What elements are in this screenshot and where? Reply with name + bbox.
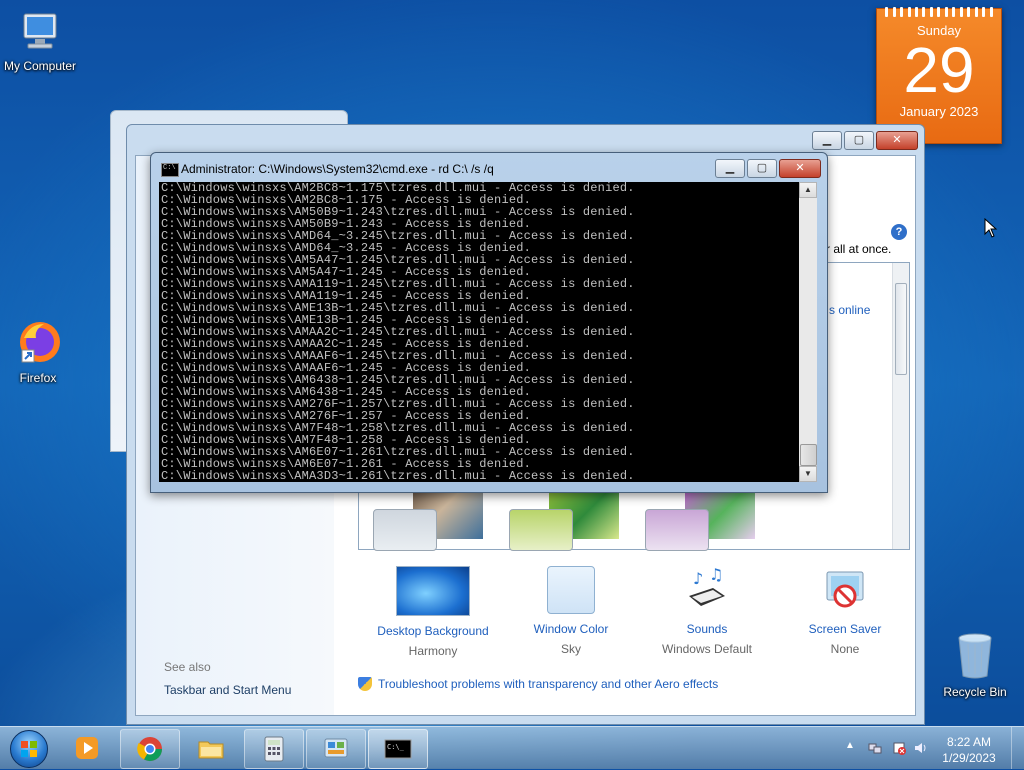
cmd-icon: C:\ (161, 163, 179, 177)
theme-thumbnail[interactable] (359, 491, 483, 551)
screen-saver-icon (821, 566, 869, 614)
minimize-button[interactable]: ▁ (812, 131, 842, 150)
console-scrollbar[interactable]: ▲ ▼ (799, 182, 817, 482)
firefox-icon (0, 318, 80, 369)
desktop-icon-firefox[interactable]: Firefox (0, 318, 80, 385)
taskbar-chrome[interactable] (120, 729, 180, 769)
window-color-icon (547, 566, 595, 614)
explorer-icon (197, 734, 225, 762)
desktop-icon-label: My Computer (3, 59, 77, 73)
scroll-up-icon[interactable]: ▲ (799, 182, 817, 198)
start-button[interactable] (4, 728, 52, 768)
cmd-icon: C:\_ (384, 735, 412, 763)
chrome-icon (136, 735, 164, 763)
show-desktop-button[interactable] (1011, 727, 1024, 769)
taskbar: C:\_ ▲ 8:22 AM 1/29/2023 (0, 726, 1024, 769)
taskbar-media-player[interactable] (58, 729, 116, 767)
svg-text:C:\_: C:\_ (387, 743, 405, 751)
theme-thumbnail[interactable] (495, 491, 619, 551)
clock-date[interactable]: 1/29/2023 (934, 751, 1004, 765)
desktop-background-value: Harmony (408, 644, 458, 658)
window-color-value: Sky (560, 642, 581, 656)
maximize-button[interactable]: ▢ (747, 159, 777, 178)
see-also-heading: See also (164, 660, 211, 674)
taskbar-explorer[interactable] (182, 729, 240, 767)
maximize-button[interactable]: ▢ (844, 131, 874, 150)
svg-text:♪: ♪ (693, 569, 703, 588)
calendar-month-year: January 2023 (899, 104, 979, 119)
scroll-down-icon[interactable]: ▼ (799, 466, 817, 482)
theme-image (645, 509, 709, 551)
windows-logo-icon (10, 730, 48, 768)
window-caption-buttons: ▁ ▢ ✕ (715, 159, 821, 178)
scrollbar-thumb[interactable] (895, 283, 907, 375)
window-color-label[interactable]: Window Color (506, 622, 636, 636)
screen-saver-value: None (830, 642, 860, 656)
console-line: C:\Windows\winsxs\AMA3D3~1.261\tzres.dll… (161, 469, 635, 482)
calculator-icon (260, 735, 288, 763)
console-lines: C:\Windows\winsxs\AM2BC8~1.175\tzres.dll… (161, 182, 797, 482)
action-center-icon[interactable] (892, 741, 906, 755)
troubleshoot-label[interactable]: Troubleshoot problems with transparency … (378, 677, 718, 691)
calendar-rings (877, 7, 1001, 17)
taskbar-calculator[interactable] (244, 729, 304, 769)
close-button[interactable]: ✕ (876, 131, 918, 150)
windows-media-player-icon (73, 734, 101, 762)
desktop-background-label[interactable]: Desktop Background (368, 624, 498, 638)
minimize-button[interactable]: ▁ (715, 159, 745, 178)
desktop-icon-recycle-bin[interactable]: Recycle Bin (933, 630, 1017, 699)
screen-saver-item[interactable]: Screen Saver None (780, 566, 910, 656)
troubleshoot-link[interactable]: Troubleshoot problems with transparency … (358, 677, 718, 691)
desktop-icon-my-computer[interactable]: My Computer (0, 10, 82, 73)
sounds-icon: ♪ ♫ (683, 565, 731, 614)
theme-image (373, 509, 437, 551)
control-panel-icon (322, 735, 350, 763)
volume-icon[interactable] (914, 741, 928, 755)
shield-icon (358, 677, 372, 691)
themes-scrollbar[interactable] (892, 263, 909, 549)
desktop-icon-label: Firefox (19, 371, 57, 385)
computer-icon (0, 10, 82, 57)
scrollbar-thumb[interactable] (800, 444, 817, 466)
theme-image (509, 509, 573, 551)
console-output[interactable]: C:\Windows\winsxs\AM2BC8~1.175\tzres.dll… (159, 182, 817, 482)
clock-time[interactable]: 8:22 AM (934, 735, 1004, 749)
network-icon[interactable] (868, 741, 882, 755)
help-icon[interactable]: ? (891, 224, 907, 240)
sounds-label[interactable]: Sounds (642, 622, 772, 636)
sounds-item[interactable]: ♪ ♫ Sounds Windows Default (642, 565, 772, 656)
desktop-background-icon (396, 566, 470, 616)
desktop-background-item[interactable]: Desktop Background Harmony (368, 566, 498, 658)
window-color-item[interactable]: Window Color Sky (506, 566, 636, 656)
calendar-day-number: 29 (903, 34, 975, 106)
taskbar-cmd[interactable]: C:\_ (368, 729, 428, 769)
window-caption-buttons: ▁ ▢ ✕ (812, 131, 918, 150)
get-more-themes-link[interactable]: s online (829, 303, 870, 317)
sounds-value: Windows Default (661, 642, 753, 656)
taskbar-control-panel[interactable] (306, 729, 366, 769)
svg-text:♫: ♫ (709, 566, 723, 584)
screen-saver-label[interactable]: Screen Saver (780, 622, 910, 636)
taskbar-start-menu-link[interactable]: Taskbar and Start Menu (164, 683, 291, 697)
desktop-icon-label: Recycle Bin (943, 685, 1007, 699)
close-button[interactable]: ✕ (779, 159, 821, 178)
recycle-bin-icon (933, 630, 1017, 683)
theme-thumbnail[interactable] (631, 491, 755, 551)
show-hidden-icons-button[interactable]: ▲ (845, 740, 855, 751)
cmd-window[interactable]: C:\ Administrator: C:\Windows\System32\c… (150, 152, 828, 493)
cmd-window-title: Administrator: C:\Windows\System32\cmd.e… (181, 162, 494, 176)
description-text: r all at once. (826, 242, 892, 256)
